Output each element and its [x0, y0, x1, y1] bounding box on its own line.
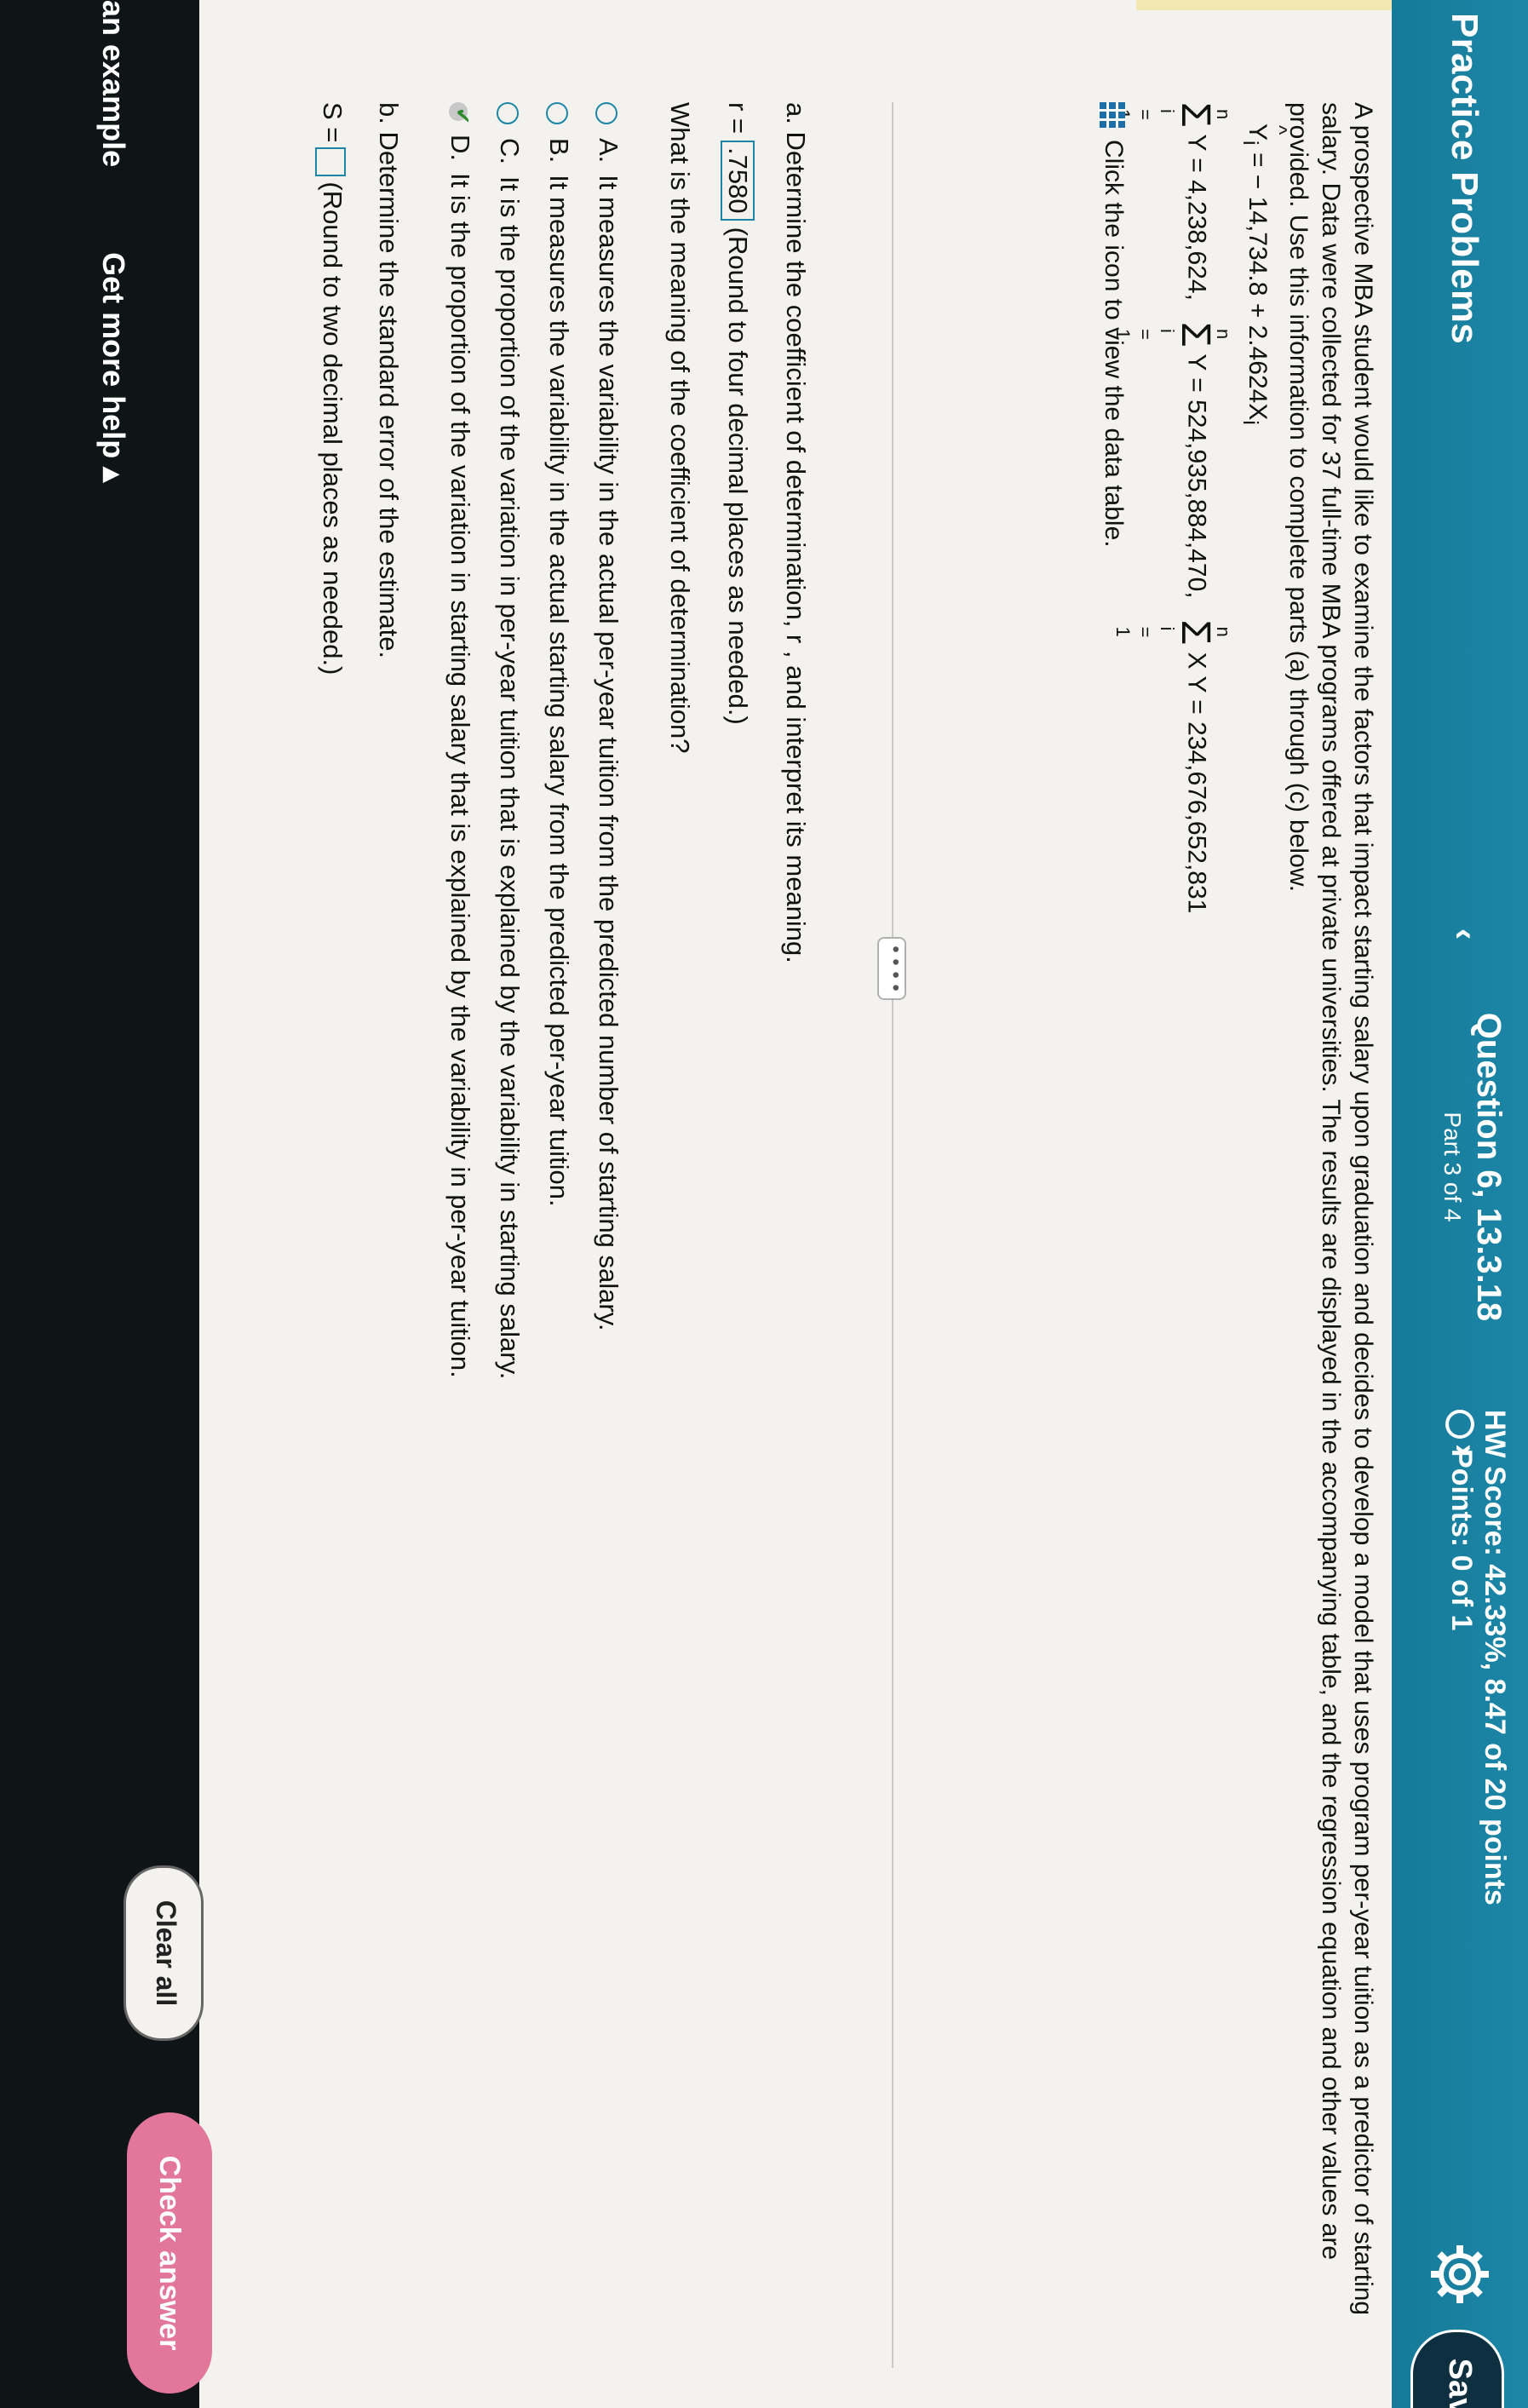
- option-c[interactable]: C. It is the proportion of the variation …: [494, 102, 525, 1379]
- question-title: Question 6, 13.3.18: [1470, 1012, 1508, 1322]
- meaning-question: What is the meaning of the coefficient o…: [665, 102, 695, 754]
- gear-icon[interactable]: [1426, 2240, 1494, 2308]
- part-a-prompt: a. Determine the coefficient of determin…: [781, 102, 811, 963]
- view-example-link[interactable]: an example: [96, 0, 131, 167]
- clear-all-button[interactable]: Clear all: [124, 1865, 204, 2041]
- intro-line-3: provided. Use this information to comple…: [1284, 102, 1313, 893]
- score-panel: HW Score: 42.33%, 8.47 of 20 points Poin…: [1445, 1410, 1511, 1905]
- expand-dots-button[interactable]: • • • •: [877, 937, 907, 1000]
- r2-hint: (Round to four decimal places as needed.…: [723, 227, 753, 725]
- hw-score: HW Score: 42.33%, 8.47 of 20 points: [1479, 1410, 1511, 1905]
- side-accent: [1136, 0, 1392, 10]
- get-more-help-link[interactable]: Get more help ▴: [96, 252, 131, 482]
- option-text: It is the proportion of the variation in…: [445, 173, 475, 1378]
- problem-statement: A prospective MBA student would like to …: [1099, 102, 1379, 2317]
- option-letter: D.: [445, 135, 475, 161]
- option-text: It is the proportion of the variation in…: [495, 176, 525, 1380]
- syx-label: S =: [318, 102, 348, 143]
- sum-y: Y = 4,238,624,: [1182, 134, 1211, 301]
- sigma-symbol: Σni = 1: [1112, 619, 1234, 646]
- r2-input[interactable]: .7580: [721, 141, 755, 221]
- sum-y-squared: Y = 524,935,884,470,: [1182, 353, 1211, 599]
- points-status-icon: [1445, 1410, 1474, 1439]
- data-table-link[interactable]: Click the icon to view the data table.: [1099, 102, 1128, 2317]
- question-info: Question 6, 13.3.18 Part 3 of 4: [1439, 971, 1508, 1363]
- syx-hint: (Round to two decimal places as needed.): [318, 181, 348, 675]
- page-title: Practice Problems: [1444, 13, 1485, 345]
- divider: [892, 102, 893, 2368]
- option-a[interactable]: A. It measures the variability in the act…: [593, 102, 623, 1330]
- sum-xy: X Y = 234,676,652,831: [1182, 652, 1211, 914]
- radio-button[interactable]: [595, 102, 618, 124]
- syx-input[interactable]: [315, 147, 347, 177]
- top-bar: Practice Problems ‹ Question 6, 13.3.18 …: [1392, 0, 1528, 2408]
- summation-values: Σni = 1 Y = 4,238,624, Σni = 1 Y = 524,9…: [1112, 102, 1234, 2317]
- intro-line-2: salary. Data were collected for 37 full-…: [1317, 102, 1345, 2261]
- points-value: Points: 0 of 1: [1445, 1449, 1478, 1631]
- option-letter: A.: [594, 138, 623, 164]
- option-b[interactable]: B. It measures the variability in the act…: [543, 102, 574, 1207]
- option-text: It measures the variability in the actua…: [544, 175, 574, 1207]
- check-answer-button[interactable]: Check answer: [127, 2112, 212, 2394]
- option-text: It measures the variability in the actua…: [594, 175, 623, 1331]
- r2-label: r =: [723, 102, 753, 135]
- table-icon[interactable]: [1099, 102, 1125, 128]
- r2-answer-row: r = .7580 (Round to four decimal places as…: [721, 102, 755, 725]
- part-b-prompt: b. Determine the standard error of the e…: [374, 102, 404, 659]
- sigma-symbol: Σni = 1: [1112, 102, 1234, 128]
- sigma-symbol: Σni = 1: [1112, 321, 1234, 348]
- regression-equation: Yi = − 14,734.8 + 2.4624Xi: [1238, 102, 1272, 2317]
- radio-button[interactable]: [546, 102, 569, 124]
- footer-links: an example Get more help ▴: [95, 0, 131, 482]
- save-button[interactable]: Save: [1410, 2330, 1504, 2408]
- previous-question-chevron-left-icon[interactable]: ‹: [1445, 928, 1484, 940]
- option-letter: B.: [544, 138, 574, 164]
- question-part: Part 3 of 4: [1439, 1112, 1466, 1222]
- radio-button[interactable]: [497, 102, 520, 124]
- checkmark-icon[interactable]: [449, 102, 468, 121]
- intro-line-1: A prospective MBA student would like to …: [1349, 102, 1377, 2316]
- option-letter: C.: [495, 138, 525, 164]
- option-d[interactable]: D. It is the proportion of the variation …: [445, 102, 475, 1378]
- syx-answer-row: S = (Round to two decimal places as neede…: [315, 102, 348, 675]
- regression-equation-text: = − 14,734.8 + 2.4624X: [1244, 152, 1272, 421]
